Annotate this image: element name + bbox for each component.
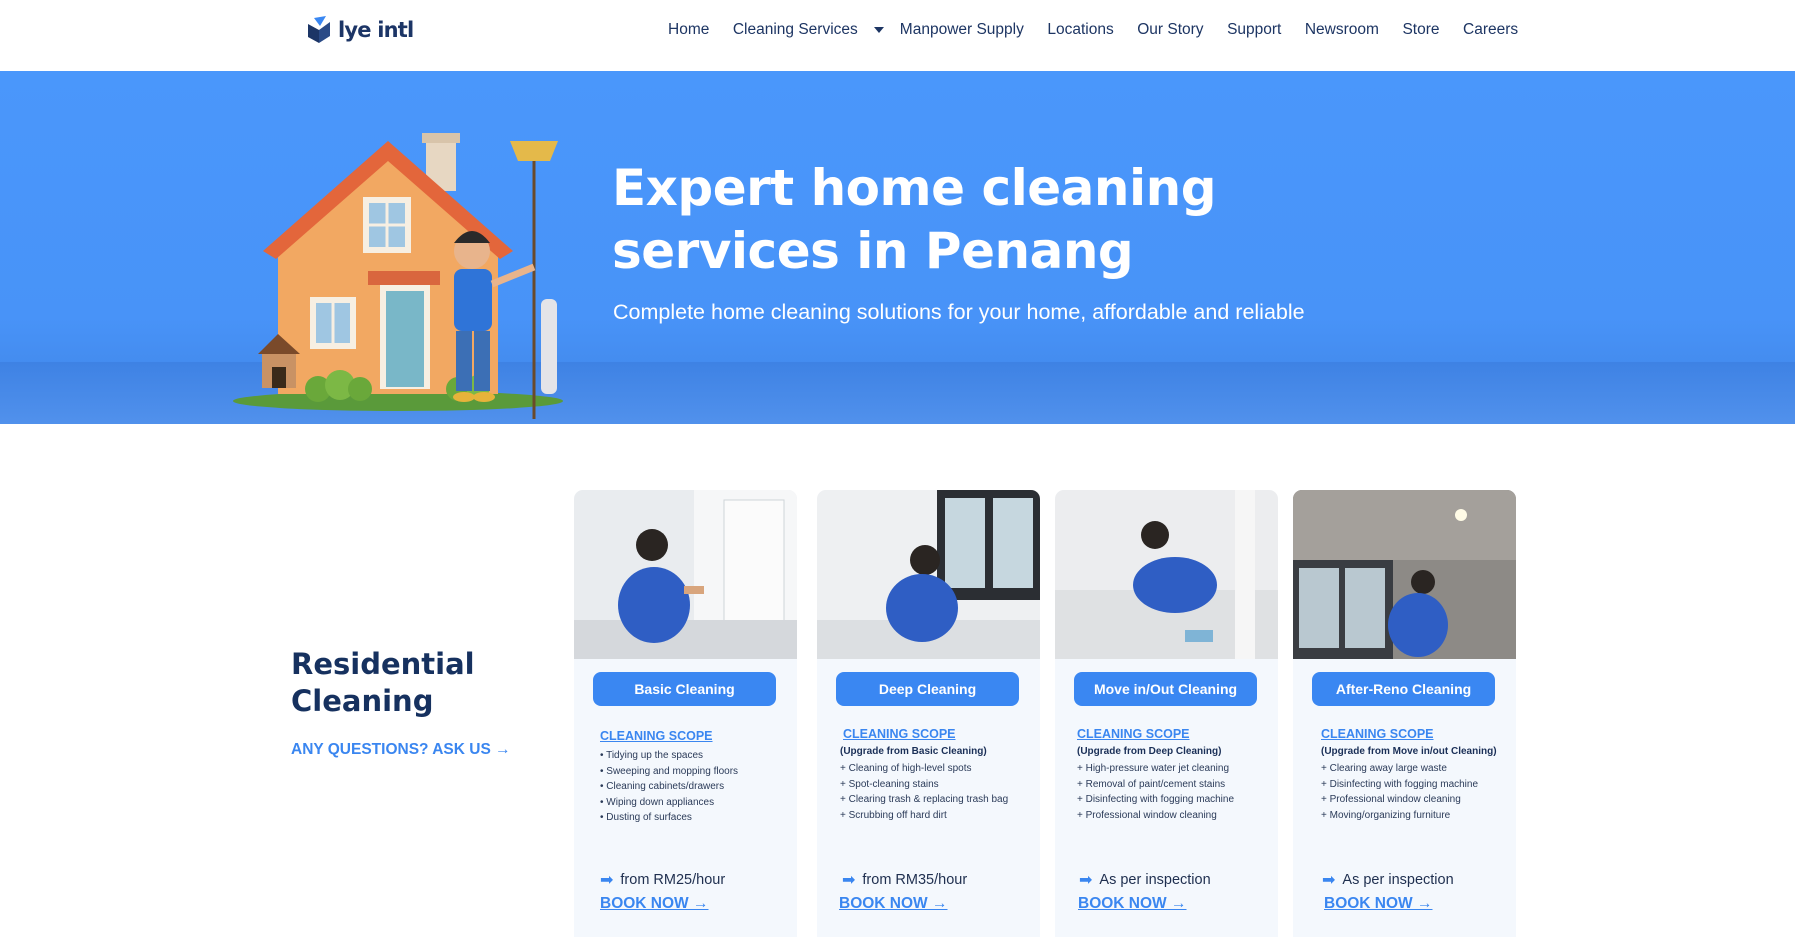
arrow-right-icon: ➡ (842, 872, 856, 889)
nav-store[interactable]: Store (1402, 21, 1439, 39)
nav-locations[interactable]: Locations (1047, 21, 1113, 39)
scope-title: CLEANING SCOPE (1077, 727, 1190, 741)
price-row: ➡ from RM25/hour (600, 870, 725, 890)
price-label: As per inspection (1099, 872, 1211, 888)
nav-newsroom[interactable]: Newsroom (1305, 21, 1379, 39)
hero-subtitle: Complete home cleaning solutions for you… (613, 300, 1305, 324)
card-photo (574, 490, 797, 659)
service-card-deep: Deep Cleaning CLEANING SCOPE (Upgrade fr… (817, 490, 1040, 937)
service-card-basic: Basic Cleaning CLEANING SCOPE • Tidying … (574, 490, 797, 937)
book-now-link[interactable]: BOOK NOW → (1324, 895, 1433, 913)
card-photo (1055, 490, 1278, 659)
nav-our-story[interactable]: Our Story (1137, 21, 1203, 39)
list-item: + Disinfecting with fogging machine (1321, 778, 1479, 790)
scope-subtitle: (Upgrade from Basic Cleaning) (840, 746, 987, 757)
scope-list: + High-pressure water jet cleaning + Rem… (1077, 761, 1234, 823)
list-item: + Professional window cleaning (1077, 809, 1217, 821)
scope-list: • Tidying up the spaces • Sweeping and m… (600, 748, 738, 826)
list-item: + High-pressure water jet cleaning (1077, 763, 1230, 774)
arrow-right-icon: ➡ (1079, 872, 1093, 889)
list-item: + Scrubbing off hard dirt (840, 809, 947, 821)
main-menu: Home Cleaning Services Manpower Supply L… (668, 0, 1542, 60)
price-row: ➡ from RM35/hour (842, 870, 967, 890)
list-item: • Sweeping and mopping floors (600, 765, 739, 777)
arrow-right-icon: ➡ (1322, 872, 1336, 889)
price-row: ➡ As per inspection (1322, 870, 1454, 890)
list-item: • Cleaning cabinets/drawers (600, 781, 725, 792)
scope-list: + Cleaning of high-level spots + Spot-cl… (840, 761, 1008, 823)
logo-icon (308, 16, 330, 43)
list-item: + Clearing away large waste (1321, 763, 1447, 774)
list-item: + Cleaning of high-level spots (840, 763, 972, 774)
list-item: + Spot-cleaning stains (840, 778, 939, 790)
ask-us-link[interactable]: ANY QUESTIONS? ASK US → (291, 741, 511, 759)
section-title: Residential Cleaning (291, 647, 475, 718)
nav-careers[interactable]: Careers (1463, 21, 1518, 39)
scope-title: CLEANING SCOPE (1321, 727, 1434, 741)
nav-support[interactable]: Support (1227, 21, 1281, 39)
list-item: + Professional window cleaning (1321, 794, 1461, 805)
price-label: As per inspection (1342, 872, 1454, 888)
after-reno-cleaning-button[interactable]: After-Reno Cleaning (1312, 672, 1495, 706)
list-item: • Wiping down appliances (600, 796, 715, 808)
scope-subtitle: (Upgrade from Deep Cleaning) (1077, 746, 1222, 757)
book-now-link[interactable]: BOOK NOW → (600, 895, 709, 913)
scope-title: CLEANING SCOPE (843, 727, 956, 741)
list-item: + Disinfecting with fogging machine (1077, 794, 1235, 805)
hero-title: Expert home cleaning services in Penang (612, 159, 1217, 280)
nav-manpower-supply[interactable]: Manpower Supply (900, 21, 1024, 39)
logo-text: lye intl (338, 18, 414, 42)
book-now-link[interactable]: BOOK NOW → (839, 895, 948, 913)
house-cleaner-illustration (233, 133, 563, 419)
scope-title: CLEANING SCOPE (600, 729, 713, 743)
list-item: + Moving/organizing furniture (1321, 809, 1451, 821)
list-item: + Clearing trash & replacing trash bag (840, 794, 1009, 805)
deep-cleaning-button[interactable]: Deep Cleaning (836, 672, 1019, 706)
price-label: from RM35/hour (862, 872, 968, 888)
chevron-down-icon[interactable] (873, 27, 884, 33)
price-label: from RM25/hour (620, 872, 726, 888)
nav-cleaning-services-label: Cleaning Services (732, 21, 858, 38)
logo[interactable]: lye intl (306, 16, 414, 44)
card-photo (817, 490, 1040, 659)
list-item: • Tidying up the spaces (600, 750, 704, 761)
scope-subtitle: (Upgrade from Move in/out Cleaning) (1321, 746, 1497, 757)
scope-list: + Clearing away large waste + Disinfecti… (1321, 761, 1478, 823)
book-now-link[interactable]: BOOK NOW → (1078, 895, 1187, 913)
list-item: + Removal of paint/cement stains (1077, 778, 1226, 790)
move-in-out-cleaning-button[interactable]: Move in/Out Cleaning (1074, 672, 1257, 706)
card-photo (1293, 490, 1516, 659)
service-card-move: Move in/Out Cleaning CLEANING SCOPE (Upg… (1055, 490, 1278, 937)
top-navbar: lye intl Home Cleaning Services Manpower… (0, 0, 1795, 71)
nav-cleaning-services[interactable]: Cleaning Services (733, 21, 900, 39)
service-card-after-reno: After-Reno Cleaning CLEANING SCOPE (Upgr… (1293, 490, 1516, 937)
basic-cleaning-button[interactable]: Basic Cleaning (593, 672, 776, 706)
nav-home[interactable]: Home (668, 21, 709, 39)
price-row: ➡ As per inspection (1079, 870, 1211, 890)
list-item: • Dusting of surfaces (600, 812, 692, 823)
hero-banner: Expert home cleaning services in Penang … (0, 71, 1795, 424)
arrow-right-icon: ➡ (600, 872, 614, 889)
